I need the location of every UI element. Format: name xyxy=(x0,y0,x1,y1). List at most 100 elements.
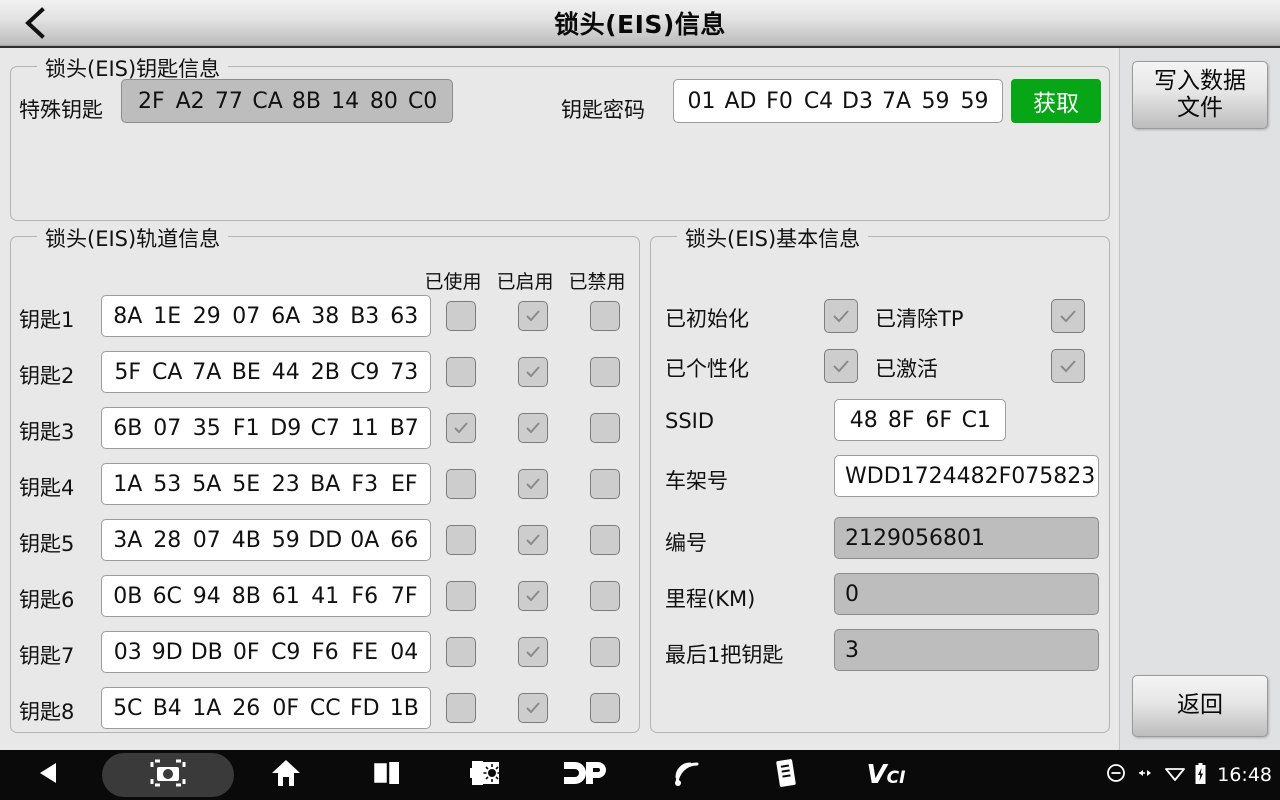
hex-cell: 6C xyxy=(152,583,182,609)
vci-app-button[interactable]: VCI xyxy=(836,750,936,800)
checkbox-disabled[interactable] xyxy=(590,413,620,443)
checkbox-disabled[interactable] xyxy=(590,581,620,611)
key-row-hex-cells: 5F CA 7A BE 44 2B C9 73 xyxy=(108,360,424,385)
key-row-value-field[interactable]: 8A 1E 29 07 6A 38 B3 63 xyxy=(101,295,431,337)
screenshot-nav-button[interactable] xyxy=(102,753,234,797)
checkbox-disabled[interactable] xyxy=(590,525,620,555)
hex-cell: 26 xyxy=(232,695,261,721)
home-icon xyxy=(270,757,302,793)
hex-cell: BA xyxy=(310,471,341,497)
checkbox-enabled[interactable] xyxy=(518,301,548,331)
return-button[interactable]: 返回 xyxy=(1132,675,1268,737)
tp-cleared-checkbox[interactable] xyxy=(1051,299,1085,333)
check-icon xyxy=(526,646,540,658)
key-row-value-field[interactable]: 5F CA 7A BE 44 2B C9 73 xyxy=(101,351,431,393)
battery-icon xyxy=(1194,762,1207,788)
hex-cell: B3 xyxy=(350,303,380,329)
check-icon xyxy=(1060,310,1076,323)
key-row-hex-cells: 3A 28 07 4B 59 DD 0A 66 xyxy=(108,528,424,553)
hex-cell: 1A xyxy=(192,695,222,721)
back-button[interactable] xyxy=(0,0,70,46)
hex-cell: FE xyxy=(351,639,379,665)
check-icon xyxy=(526,310,540,322)
key-password-field[interactable]: 01 AD F0 C4 D3 7A 59 59 xyxy=(673,79,1003,123)
checkbox-disabled[interactable] xyxy=(590,637,620,667)
hex-cell: F6 xyxy=(311,639,339,665)
checkbox-used[interactable] xyxy=(446,301,476,331)
hex-cell: 5C xyxy=(113,695,143,721)
hex-cell: 3A xyxy=(113,527,143,553)
activated-checkbox[interactable] xyxy=(1051,349,1085,383)
write-line-1: 写入数据 xyxy=(1154,67,1246,94)
initialized-checkbox[interactable] xyxy=(824,299,858,333)
checkbox-used[interactable] xyxy=(446,693,476,723)
checkbox-disabled[interactable] xyxy=(590,357,620,387)
hex-cell: 29 xyxy=(192,303,221,329)
checkbox-used[interactable] xyxy=(446,469,476,499)
manual-nav-button[interactable] xyxy=(736,750,836,800)
key-row-label: 钥匙8 xyxy=(19,700,75,724)
write-data-file-button[interactable]: 写入数据 文件 xyxy=(1132,61,1268,129)
vin-field[interactable]: WDD1724482F075823 xyxy=(834,455,1099,497)
activated-label: 已激活 xyxy=(875,357,938,381)
hex-cell: 01 xyxy=(687,88,716,114)
key-row-value-field[interactable]: 5C B4 1A 26 0F CC FD 1B xyxy=(101,687,431,729)
check-icon xyxy=(526,422,540,434)
check-icon xyxy=(526,702,540,714)
write-line-2: 文件 xyxy=(1177,95,1223,121)
key-row-label: 钥匙2 xyxy=(19,364,75,388)
key-row-value-field[interactable]: 0B 6C 94 8B 61 41 F6 7F xyxy=(101,575,431,617)
hex-cell: CA xyxy=(252,88,283,114)
checkbox-disabled[interactable] xyxy=(590,301,620,331)
checkbox-enabled[interactable] xyxy=(518,357,548,387)
recents-nav-button[interactable] xyxy=(336,750,436,800)
check-icon xyxy=(526,590,540,602)
app-root: 锁头(EIS)信息 锁头(EIS)钥匙信息 特殊钥匙 2F A2 77 CA 8… xyxy=(0,0,1280,800)
checkbox-enabled[interactable] xyxy=(518,581,548,611)
checkbox-enabled[interactable] xyxy=(518,469,548,499)
back-nav-button[interactable] xyxy=(0,750,100,800)
checkbox-used[interactable] xyxy=(446,525,476,555)
wireless-nav-button[interactable] xyxy=(636,750,736,800)
ssid-field[interactable]: 48 8F 6F C1 xyxy=(834,399,1006,441)
key-row-value-field[interactable]: 6B 07 35 F1 D9 C7 11 B7 xyxy=(101,407,431,449)
checkbox-used[interactable] xyxy=(446,413,476,443)
checkbox-enabled[interactable] xyxy=(518,637,548,667)
checkbox-used[interactable] xyxy=(446,637,476,667)
hex-cell: 1B xyxy=(389,695,419,721)
hex-cell: EF xyxy=(390,471,418,497)
special-key-field[interactable]: 2F A2 77 CA 8B 14 80 C0 xyxy=(121,79,453,123)
track-info-group: 锁头(EIS)轨道信息 已使用 已启用 已禁用 钥匙1 8A 1E 29 07 6A 38 B… xyxy=(10,223,640,733)
speaker-brightness-icon xyxy=(469,758,503,792)
key-row: 钥匙7 03 9D DB 0F C9 F6 FE 04 xyxy=(19,629,633,677)
dp-app-button[interactable] xyxy=(536,750,636,800)
key-row-hex-cells: 6B 07 35 F1 D9 C7 11 B7 xyxy=(108,416,424,441)
hex-cell: C9 xyxy=(350,359,380,385)
checkbox-disabled[interactable] xyxy=(590,693,620,723)
special-key-label: 特殊钥匙 xyxy=(19,98,103,122)
checkbox-disabled[interactable] xyxy=(590,469,620,499)
volume-nav-button[interactable] xyxy=(436,750,536,800)
hex-cell: 73 xyxy=(390,359,419,385)
key-row-value-field[interactable]: 3A 28 07 4B 59 DD 0A 66 xyxy=(101,519,431,561)
hex-cell: 48 xyxy=(849,407,878,433)
mileage-label: 里程(KM) xyxy=(665,587,756,611)
hex-cell: 59 xyxy=(271,527,300,553)
hex-cell: 66 xyxy=(390,527,419,553)
vin-label: 车架号 xyxy=(665,469,728,493)
title-bar: 锁头(EIS)信息 xyxy=(0,0,1280,48)
right-sidebar: 写入数据 文件 返回 xyxy=(1120,48,1280,750)
checkbox-enabled[interactable] xyxy=(518,693,548,723)
personalized-checkbox[interactable] xyxy=(824,349,858,383)
get-button[interactable]: 获取 xyxy=(1011,79,1101,123)
checkbox-enabled[interactable] xyxy=(518,525,548,555)
key-password-label: 钥匙密码 xyxy=(561,98,645,122)
check-icon xyxy=(833,360,849,373)
key-row-value-field[interactable]: 1A 53 5A 5E 23 BA F3 EF xyxy=(101,463,431,505)
checkbox-enabled[interactable] xyxy=(518,413,548,443)
key-row-value-field[interactable]: 03 9D DB 0F C9 F6 FE 04 xyxy=(101,631,431,673)
checkbox-used[interactable] xyxy=(446,357,476,387)
home-nav-button[interactable] xyxy=(236,750,336,800)
wifi-icon xyxy=(1164,764,1186,786)
checkbox-used[interactable] xyxy=(446,581,476,611)
